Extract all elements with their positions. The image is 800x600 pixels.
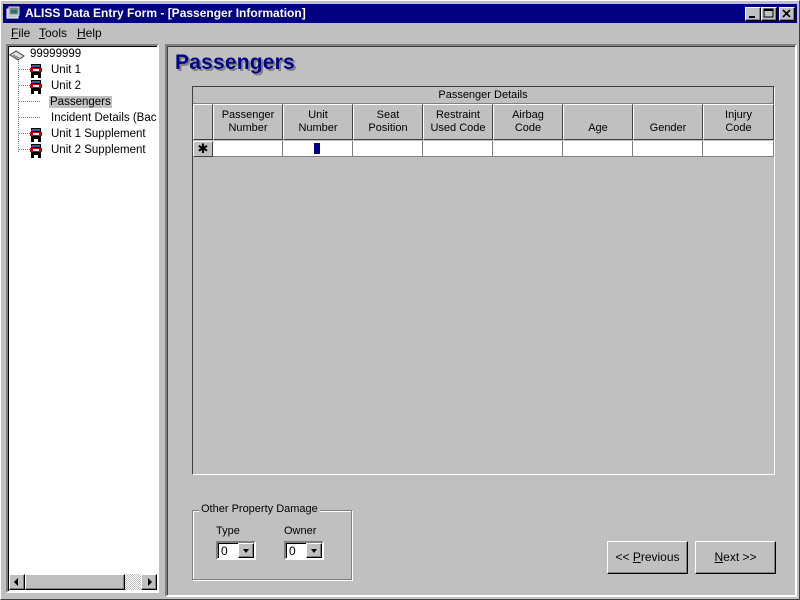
maximize-button[interactable] [761, 7, 777, 21]
column-header-label: Seat Position [368, 109, 408, 134]
vehicle-icon [30, 144, 42, 158]
column-header-injury-code[interactable]: Injury Code [703, 104, 774, 140]
cell-unit-number[interactable] [283, 141, 353, 157]
tree-item-unit-2-supplement[interactable]: Unit 2 Supplement [8, 143, 157, 159]
cell-restraint-used-code[interactable] [423, 141, 493, 157]
column-header-label: Unit Number [298, 109, 338, 134]
navigation-tree: 99999999 Unit 1 Unit 2 Passengers Incide… [8, 46, 159, 574]
tree-item-label: Unit 2 [51, 80, 82, 92]
cell-age[interactable] [563, 141, 633, 157]
type-label: Type [216, 525, 240, 537]
close-button[interactable] [779, 7, 795, 21]
vehicle-icon [30, 128, 42, 142]
vehicle-icon [30, 80, 42, 94]
other-property-damage-group: Other Property Damage Type 0 Owner 0 [192, 503, 352, 580]
menu-tools-rest: ools [45, 26, 68, 40]
cell-gender[interactable] [633, 141, 703, 157]
vehicle-icon [30, 64, 42, 78]
maximize-icon [763, 8, 774, 18]
cell-seat-position[interactable] [353, 141, 423, 157]
previous-mnemonic: P [632, 550, 641, 564]
tree-horizontal-scrollbar[interactable] [9, 574, 157, 590]
tree-item-label: Passengers [49, 96, 112, 108]
column-header-age[interactable]: Age [563, 104, 633, 140]
app-icon [6, 6, 20, 19]
next-mnemonic: N [714, 550, 724, 564]
app-window: ALISS Data Entry Form - [Passenger Infor… [0, 0, 800, 600]
menu-file-rest: ile [18, 26, 31, 40]
column-header-seat-position[interactable]: Seat Position [353, 104, 423, 140]
column-header-restraint-used-code[interactable]: Restraint Used Code [423, 104, 493, 140]
owner-dropdown[interactable]: 0 [284, 541, 324, 560]
column-header-label: Gender [649, 121, 687, 134]
next-rest: ext >> [723, 550, 757, 564]
cell-passenger-number[interactable] [213, 141, 283, 157]
menu-help-rest: elp [85, 26, 102, 40]
chevron-down-icon[interactable] [306, 543, 322, 558]
row-selector-header [193, 104, 213, 140]
scroll-right-button[interactable] [141, 574, 157, 590]
tree-item-label: Unit 2 Supplement [51, 144, 146, 156]
column-header-passenger-number[interactable]: Passenger Number [213, 104, 283, 140]
arrow-right-icon [148, 578, 152, 586]
column-header-gender[interactable]: Gender [633, 104, 703, 140]
window-title: ALISS Data Entry Form - [Passenger Infor… [25, 6, 306, 20]
text-cursor [314, 143, 320, 154]
passenger-details-grid: Passenger Details Passenger Number Unit … [192, 86, 775, 475]
page-title: Passengers [175, 51, 295, 74]
previous-rest: revious [640, 550, 680, 564]
minimize-icon [749, 16, 755, 18]
column-header-airbag-code[interactable]: Airbag Code [493, 104, 563, 140]
tree-item-label: Unit 1 [51, 64, 82, 76]
tree-item-label: Incident Details (BackF [51, 112, 159, 124]
tree-item-unit-2[interactable]: Unit 2 [8, 79, 157, 95]
grid-caption: Passenger Details [193, 87, 774, 104]
tree-item-label: Unit 1 Supplement [51, 128, 146, 140]
next-button[interactable]: Next >> [695, 541, 776, 574]
tree-item-passengers[interactable]: Passengers [8, 95, 157, 111]
column-header-label: Restraint Used Code [430, 109, 486, 134]
owner-value: 0 [289, 544, 296, 558]
minimize-button[interactable] [745, 7, 761, 21]
new-row-marker[interactable]: ✱ [193, 141, 213, 157]
cell-injury-code[interactable] [703, 141, 774, 157]
menu-help-mnemonic: H [77, 26, 86, 40]
menu-help[interactable]: Help [77, 26, 102, 40]
navigation-tree-pane: 99999999 Unit 1 Unit 2 Passengers Incide… [6, 44, 159, 593]
tree-item-unit-1-supplement[interactable]: Unit 1 Supplement [8, 127, 157, 143]
owner-label: Owner [284, 525, 317, 537]
title-bar: ALISS Data Entry Form - [Passenger Infor… [3, 4, 797, 23]
type-dropdown[interactable]: 0 [216, 541, 256, 560]
column-header-label: Injury Code [725, 109, 752, 134]
tree-root[interactable]: 99999999 [8, 47, 157, 63]
type-value: 0 [221, 544, 228, 558]
tree-item-unit-1[interactable]: Unit 1 [8, 63, 157, 79]
scroll-left-button[interactable] [9, 574, 25, 590]
arrow-left-icon [14, 578, 18, 586]
column-header-label: Age [588, 121, 608, 134]
menu-file[interactable]: File [11, 26, 30, 40]
menu-tools[interactable]: Tools [39, 26, 67, 40]
chevron-down-icon[interactable] [238, 543, 254, 558]
tree-root-label: 99999999 [30, 48, 82, 60]
cell-airbag-code[interactable] [493, 141, 563, 157]
menu-bar: File Tools Help [3, 24, 797, 42]
case-file-icon [9, 50, 25, 61]
column-header-label: Airbag Code [512, 109, 544, 134]
tree-item-incident-details[interactable]: Incident Details (BackF [8, 111, 159, 127]
scroll-thumb[interactable] [25, 574, 125, 590]
column-header-label: Passenger Number [221, 109, 275, 134]
group-title: Other Property Damage [199, 503, 320, 515]
main-pane: Passengers Passenger Details Passenger N… [165, 44, 797, 597]
previous-prefix: << [615, 550, 633, 564]
previous-button[interactable]: << Previous [607, 541, 688, 574]
close-icon [782, 9, 791, 18]
column-header-unit-number[interactable]: Unit Number [283, 104, 353, 140]
